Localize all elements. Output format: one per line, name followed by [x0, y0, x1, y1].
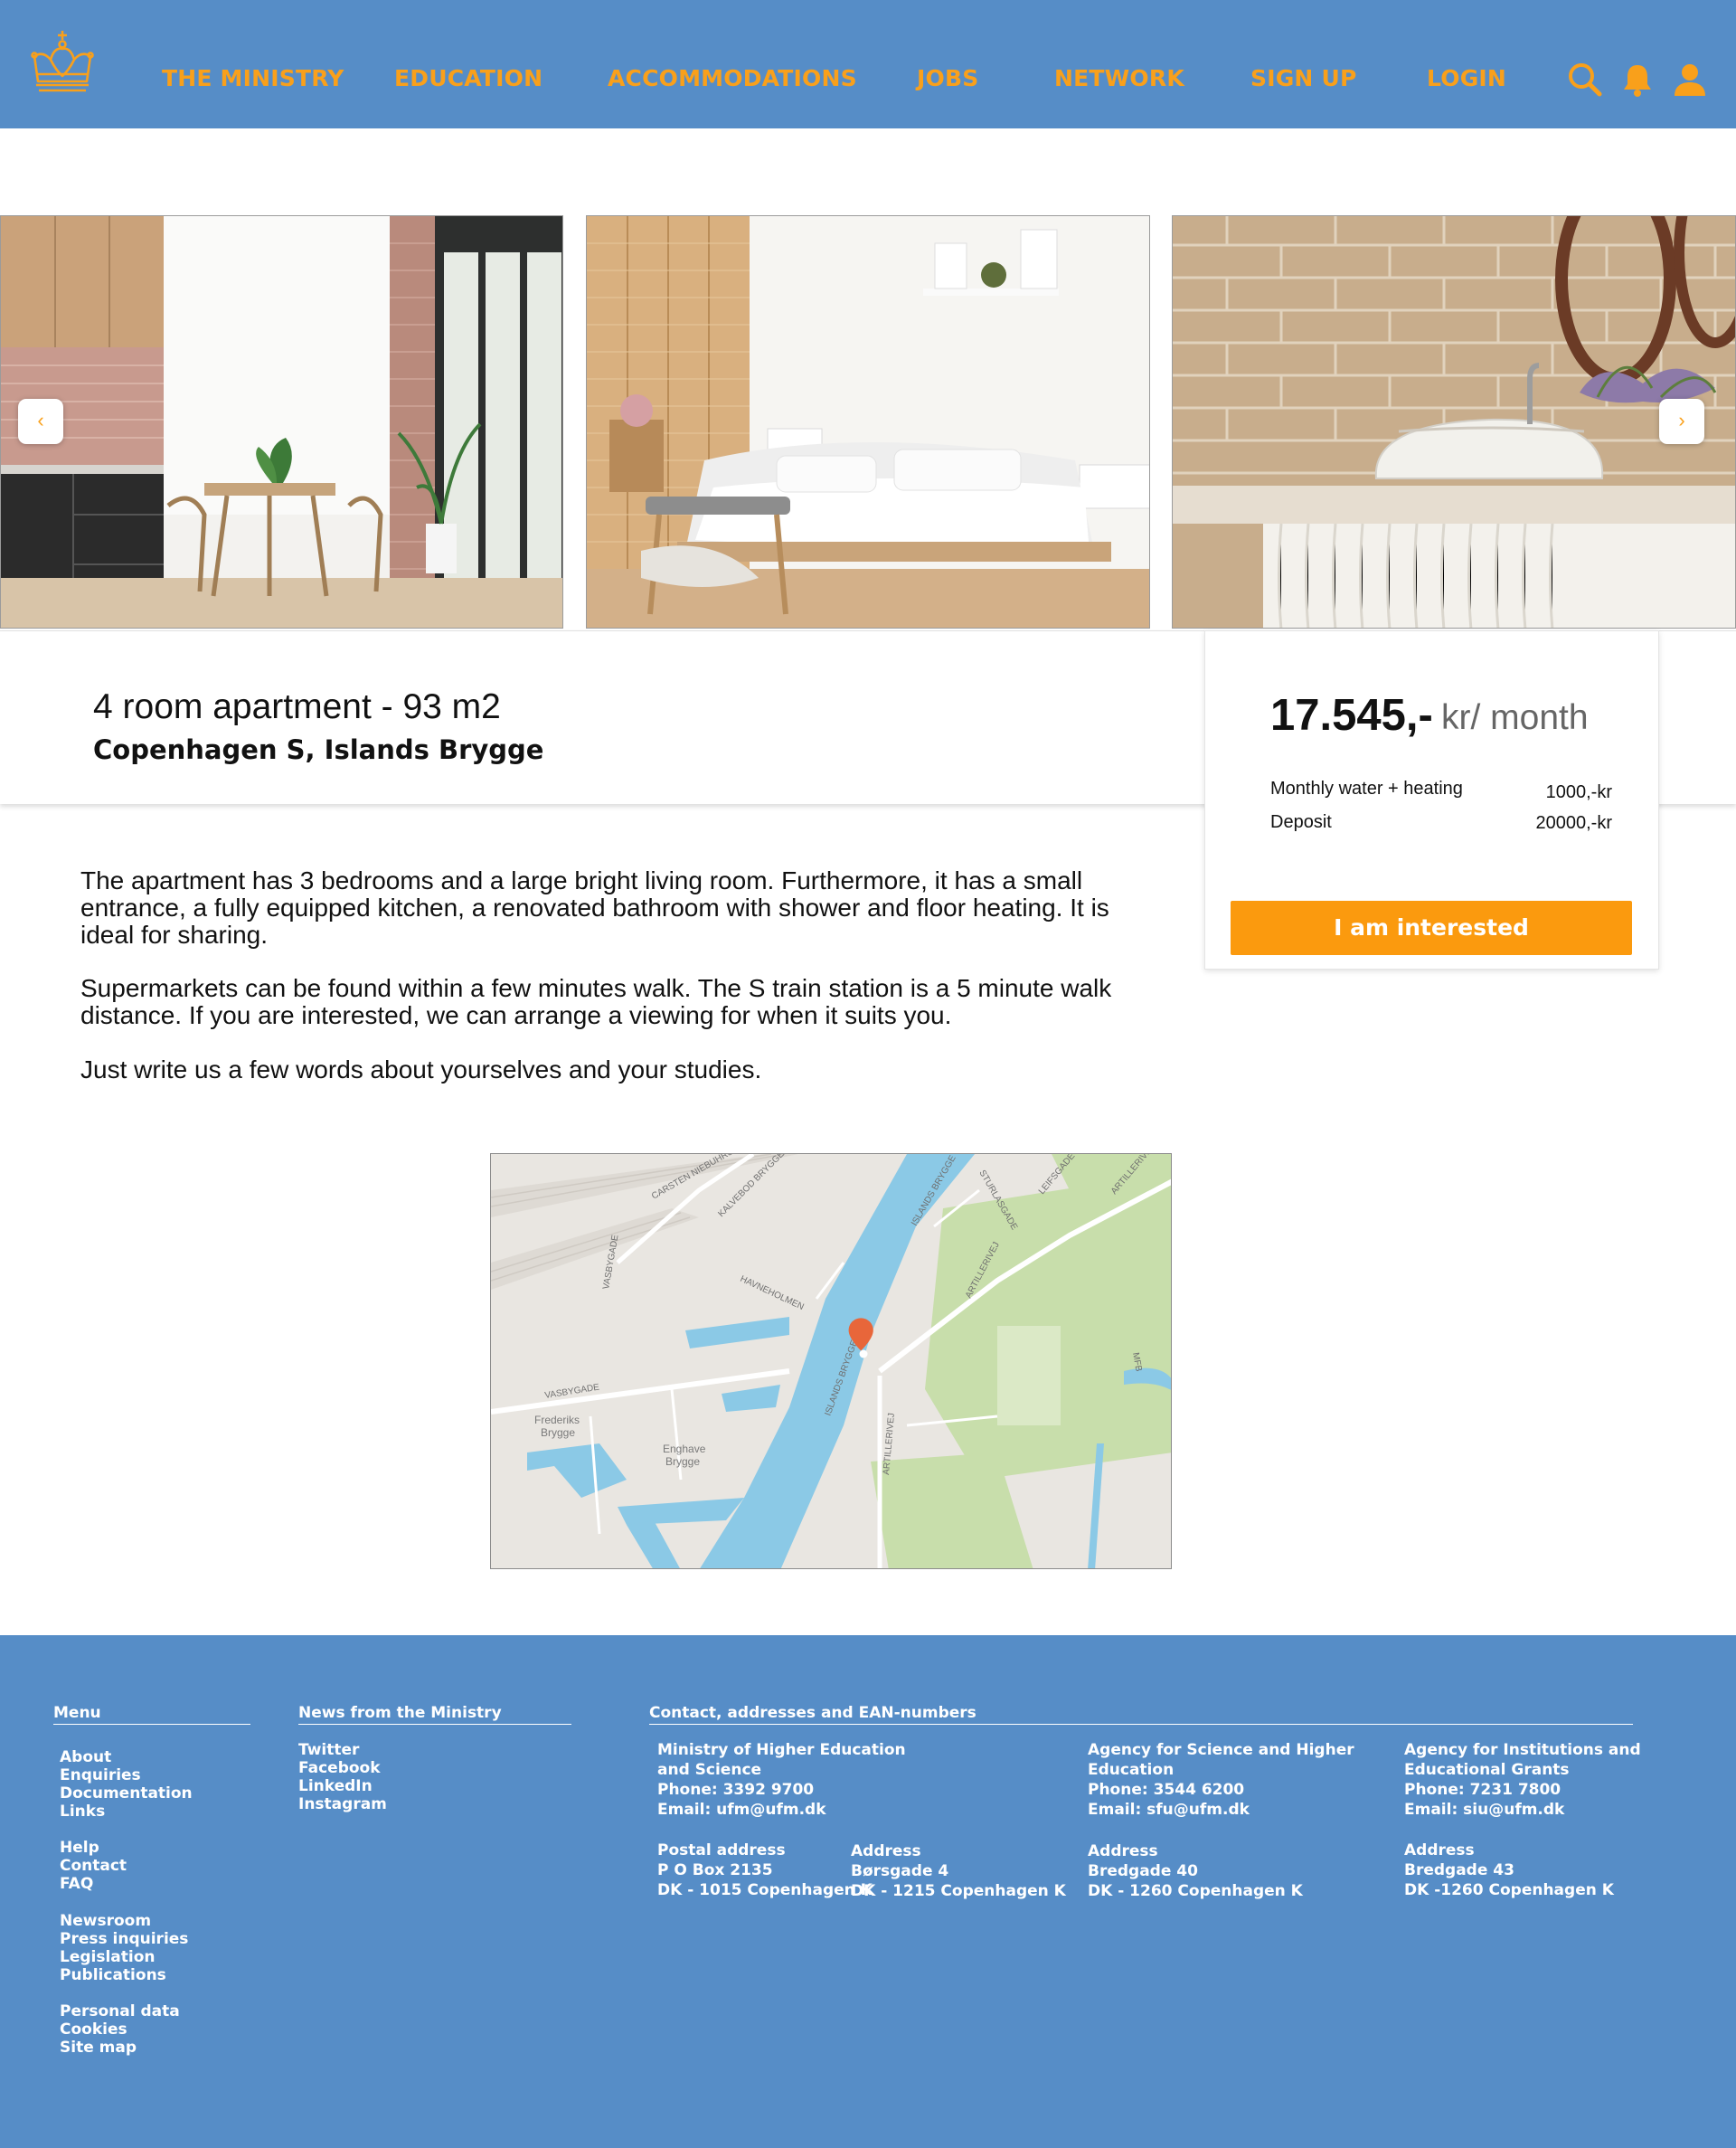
- footer-divider: [649, 1724, 1633, 1725]
- ministry-postal-city: DK - 1015 Copenhagen K: [657, 1881, 873, 1899]
- footer-divider: [298, 1724, 571, 1725]
- agency-institutions-address-city: DK -1260 Copenhagen K: [1404, 1881, 1614, 1899]
- crown-icon[interactable]: [31, 29, 94, 96]
- footer-link-about[interactable]: About: [60, 1748, 111, 1766]
- agency-science-address-heading: Address: [1088, 1842, 1158, 1860]
- bell-icon[interactable]: [1619, 62, 1656, 98]
- ministry-address-city: DK - 1215 Copenhagen K: [851, 1882, 1066, 1900]
- agency-science-name: Education: [1088, 1761, 1175, 1779]
- footer-link-enquiries[interactable]: Enquiries: [60, 1766, 141, 1784]
- listing-location: Copenhagen S, Islands Brygge: [93, 734, 544, 765]
- footer-news-heading: News from the Ministry: [298, 1704, 502, 1722]
- nav-education[interactable]: EDUCATION: [394, 65, 542, 91]
- description-paragraph: Just write us a few words about yourselv…: [80, 1055, 762, 1083]
- footer-link-faq[interactable]: FAQ: [60, 1875, 93, 1893]
- nav-the-ministry[interactable]: THE MINISTRY: [162, 65, 344, 91]
- bedroom-photo[interactable]: [586, 215, 1150, 629]
- monthly-price: 17.545,-: [1270, 691, 1433, 740]
- agency-science-address-street: Bredgade 40: [1088, 1862, 1198, 1880]
- description-paragraph: The apartment has 3 bedrooms and a large…: [80, 866, 1109, 949]
- ministry-postal-heading: Postal address: [657, 1841, 786, 1859]
- location-map[interactable]: VASBYGADE Frederiks Brygge Enghave Brygg…: [490, 1153, 1172, 1569]
- agency-science-phone: Phone: 3544 6200: [1088, 1781, 1245, 1799]
- footer-link-documentation[interactable]: Documentation: [60, 1784, 193, 1803]
- ministry-name: Ministry of Higher Education: [657, 1741, 906, 1759]
- footer-link-linkedin[interactable]: LinkedIn: [298, 1777, 373, 1795]
- footer-link-press-inquiries[interactable]: Press inquiries: [60, 1930, 188, 1948]
- ministry-name: and Science: [657, 1761, 762, 1779]
- description-paragraph: Supermarkets can be found within a few m…: [80, 974, 1112, 1029]
- search-icon[interactable]: [1567, 62, 1603, 98]
- footer-link-publications[interactable]: Publications: [60, 1966, 166, 1984]
- nav-network[interactable]: NETWORK: [1054, 65, 1184, 91]
- listing-title: 4 room apartment - 93 m2: [93, 687, 501, 726]
- footer-link-legislation[interactable]: Legislation: [60, 1948, 156, 1966]
- footer-link-personal-data[interactable]: Personal data: [60, 2002, 180, 2020]
- bathroom-sink-photo[interactable]: [1172, 215, 1736, 629]
- fee-value-deposit: 20000,-kr: [1535, 813, 1613, 833]
- nav-jobs[interactable]: JOBS: [917, 65, 978, 91]
- ministry-postal-box: P O Box 2135: [657, 1861, 773, 1879]
- agency-institutions-address-heading: Address: [1404, 1841, 1475, 1859]
- footer-link-instagram[interactable]: Instagram: [298, 1795, 387, 1813]
- ministry-address-street: Børsgade 4: [851, 1862, 949, 1880]
- footer-link-help[interactable]: Help: [60, 1839, 99, 1857]
- ministry-address-heading: Address: [851, 1842, 921, 1860]
- price-unit: kr/ month: [1441, 698, 1589, 737]
- footer-divider: [53, 1724, 250, 1725]
- map-label: Brygge: [665, 1455, 700, 1468]
- ministry-phone: Phone: 3392 9700: [657, 1781, 815, 1799]
- map-label: Enghave: [663, 1443, 706, 1455]
- agency-institutions-email[interactable]: Email: siu@ufm.dk: [1404, 1800, 1564, 1820]
- agency-institutions-name: Educational Grants: [1404, 1761, 1570, 1779]
- kitchen-dining-photo[interactable]: [0, 215, 563, 629]
- nav-sign-up[interactable]: SIGN UP: [1250, 65, 1356, 91]
- site-header: THE MINISTRY EDUCATION ACCOMMODATIONS JO…: [0, 0, 1736, 128]
- map-label: Brygge: [541, 1426, 575, 1439]
- fee-label-deposit: Deposit: [1270, 812, 1332, 832]
- map-label: Frederiks: [534, 1414, 580, 1426]
- nav-login[interactable]: LOGIN: [1427, 65, 1506, 91]
- footer-link-cookies[interactable]: Cookies: [60, 2020, 127, 2039]
- footer-contact-heading: Contact, addresses and EAN-numbers: [649, 1704, 976, 1722]
- footer-link-facebook[interactable]: Facebook: [298, 1759, 381, 1777]
- agency-institutions-phone: Phone: 7231 7800: [1404, 1781, 1561, 1799]
- footer-link-contact[interactable]: Contact: [60, 1857, 127, 1875]
- user-icon[interactable]: [1672, 62, 1708, 98]
- ministry-email[interactable]: Email: ufm@ufm.dk: [657, 1800, 826, 1820]
- agency-science-address-city: DK - 1260 Copenhagen K: [1088, 1882, 1303, 1900]
- footer-link-twitter[interactable]: Twitter: [298, 1741, 359, 1759]
- agency-institutions-address-street: Bredgade 43: [1404, 1861, 1514, 1879]
- footer-link-newsroom[interactable]: Newsroom: [60, 1912, 151, 1930]
- footer-link-links[interactable]: Links: [60, 1803, 105, 1821]
- footer-link-site-map[interactable]: Site map: [60, 2039, 137, 2057]
- agency-institutions-name: Agency for Institutions and: [1404, 1741, 1641, 1759]
- gallery-prev-button[interactable]: ‹: [18, 399, 63, 444]
- footer-menu-heading: Menu: [53, 1704, 101, 1722]
- agency-science-name: Agency for Science and Higher: [1088, 1741, 1354, 1759]
- i-am-interested-button[interactable]: I am interested: [1231, 901, 1632, 955]
- gallery-next-button[interactable]: ›: [1659, 399, 1704, 444]
- fee-label-water-heating: Monthly water + heating: [1270, 779, 1463, 799]
- agency-science-email[interactable]: Email: sfu@ufm.dk: [1088, 1800, 1250, 1820]
- nav-accommodations[interactable]: ACCOMMODATIONS: [608, 65, 857, 91]
- fee-value-water-heating: 1000,-kr: [1545, 782, 1612, 802]
